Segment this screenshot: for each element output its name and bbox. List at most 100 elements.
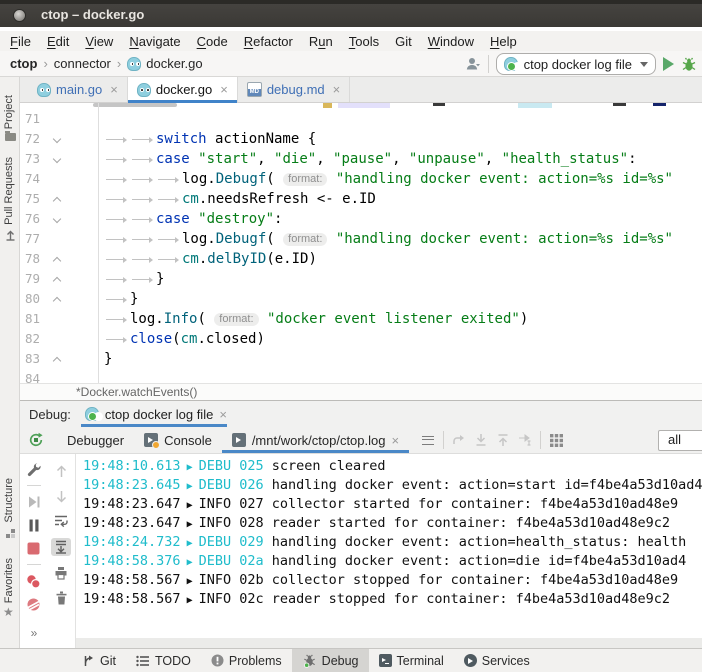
user-profile-icon[interactable] bbox=[465, 56, 481, 72]
editor-horizontal-scrollbar[interactable] bbox=[93, 103, 177, 107]
more-actions-icon[interactable]: » bbox=[31, 626, 37, 640]
fold-marker-icon[interactable] bbox=[53, 197, 61, 205]
menu-refactor[interactable]: Refactor bbox=[236, 34, 301, 49]
menu-git[interactable]: Git bbox=[387, 34, 420, 49]
tab-whitespace-icon bbox=[156, 249, 182, 269]
layout-grid-icon[interactable] bbox=[545, 429, 567, 451]
tab-whitespace-icon bbox=[156, 229, 182, 249]
up-arrow-icon[interactable] bbox=[53, 463, 69, 479]
settings-wrench-icon[interactable] bbox=[26, 461, 42, 477]
tab-whitespace-icon bbox=[104, 209, 130, 229]
statusbar-item-todo[interactable]: TODO bbox=[126, 649, 201, 672]
menu-window[interactable]: Window bbox=[420, 34, 482, 49]
menu-view[interactable]: View bbox=[77, 34, 121, 49]
statusbar-item-debug[interactable]: Debug bbox=[292, 649, 369, 672]
view-breakpoints-icon[interactable] bbox=[26, 573, 42, 589]
scroll-to-end-icon[interactable] bbox=[51, 538, 71, 556]
pause-button[interactable] bbox=[26, 517, 42, 533]
fold-marker-icon[interactable] bbox=[53, 155, 61, 163]
close-icon[interactable]: × bbox=[219, 407, 227, 422]
mute-breakpoints-icon[interactable] bbox=[26, 596, 42, 612]
breadcrumb-package[interactable]: connector bbox=[54, 56, 111, 71]
console-icon bbox=[232, 433, 246, 447]
log-row: 19:48:23.647 ▶ INFO 027 collector starte… bbox=[83, 495, 702, 514]
print-icon[interactable] bbox=[53, 565, 69, 581]
code-line-79: 79} bbox=[20, 269, 702, 289]
statusbar-item-services[interactable]: Services bbox=[454, 649, 540, 672]
code-segment: "pause" bbox=[333, 151, 392, 167]
close-icon[interactable]: × bbox=[333, 82, 341, 97]
editor-tab-debug-md[interactable]: debug.md× bbox=[238, 77, 350, 102]
tab-whitespace-icon bbox=[104, 129, 130, 149]
window-button-icon[interactable] bbox=[13, 9, 26, 22]
fold-marker-icon[interactable] bbox=[53, 215, 61, 223]
close-icon[interactable]: × bbox=[110, 82, 118, 97]
menu-navigate[interactable]: Navigate bbox=[121, 34, 188, 49]
clear-trash-icon[interactable] bbox=[53, 590, 69, 606]
log-horizontal-scrollbar[interactable] bbox=[76, 638, 702, 648]
log-row: 19:48:23.647 ▶ INFO 028 reader started f… bbox=[83, 514, 702, 533]
code-segment: "docker event listener exited" bbox=[267, 311, 520, 327]
log-arrow-icon: ▶ bbox=[181, 538, 199, 549]
log-output[interactable]: 19:48:10.613 ▶ DEBU 025 screen cleared19… bbox=[76, 454, 702, 648]
menu-run[interactable]: Run bbox=[301, 34, 341, 49]
run-button[interactable] bbox=[663, 57, 674, 71]
code-segment: "handling docker event: action=%s id=%s" bbox=[336, 171, 673, 187]
debug-tab-console[interactable]: Console bbox=[134, 427, 222, 453]
run-to-cursor-icon[interactable] bbox=[514, 429, 536, 451]
tool-window-button-project[interactable]: Project bbox=[3, 95, 15, 129]
close-icon[interactable]: × bbox=[391, 433, 399, 448]
debug-button[interactable] bbox=[681, 56, 697, 72]
context-method[interactable]: *Docker.watchEvents() bbox=[76, 385, 197, 399]
bug-icon bbox=[302, 653, 317, 668]
fold-marker-icon[interactable] bbox=[53, 297, 61, 305]
tab-whitespace-icon bbox=[130, 229, 156, 249]
move-up-icon[interactable] bbox=[492, 429, 514, 451]
menu-edit[interactable]: Edit bbox=[39, 34, 77, 49]
fold-marker-icon[interactable] bbox=[53, 135, 61, 143]
structure-icon bbox=[6, 534, 10, 538]
tool-window-button-pull-requests[interactable]: Pull Requests bbox=[3, 157, 15, 225]
down-arrow-icon[interactable] bbox=[53, 488, 69, 504]
log-filter-select[interactable]: all bbox=[658, 430, 702, 451]
debug-session-tab[interactable]: ctop docker log file × bbox=[81, 401, 237, 427]
code-text: log.Debugf( format: "handling docker eve… bbox=[104, 229, 673, 249]
code-text: close(cm.closed) bbox=[104, 329, 265, 349]
code-segment: : bbox=[274, 211, 282, 227]
editor-tab-docker-go[interactable]: docker.go× bbox=[128, 77, 238, 102]
statusbar-item-terminal[interactable]: Terminal bbox=[369, 649, 454, 672]
prev-occurrence-icon[interactable] bbox=[448, 429, 470, 451]
options-menu-icon[interactable] bbox=[417, 429, 439, 451]
debug-tab-debugger[interactable]: Debugger bbox=[57, 427, 134, 453]
tool-window-button-structure[interactable]: Structure bbox=[3, 478, 15, 523]
move-down-icon[interactable] bbox=[470, 429, 492, 451]
fold-marker-icon[interactable] bbox=[53, 357, 61, 365]
breadcrumb-project[interactable]: ctop bbox=[10, 56, 37, 71]
code-editor[interactable]: 7172switch actionName {73case "start", "… bbox=[20, 103, 702, 383]
editor-tab-main-go[interactable]: main.go× bbox=[28, 77, 128, 102]
code-segment: "destroy" bbox=[198, 211, 274, 227]
soft-wrap-icon[interactable] bbox=[53, 513, 69, 529]
fold-gutter bbox=[40, 109, 68, 129]
fold-marker-icon[interactable] bbox=[53, 257, 61, 265]
parameter-hint: format: bbox=[283, 173, 327, 186]
statusbar-item-problems[interactable]: Problems bbox=[201, 649, 292, 672]
stop-button[interactable] bbox=[26, 540, 42, 556]
code-segment: , bbox=[392, 151, 409, 167]
context-breadcrumb-bar: *Docker.watchEvents() bbox=[20, 383, 702, 400]
resume-button[interactable] bbox=[26, 494, 42, 510]
menu-file[interactable]: File bbox=[2, 34, 39, 49]
run-configuration-select[interactable]: ctop docker log file bbox=[496, 53, 656, 75]
rerun-button[interactable] bbox=[25, 429, 47, 451]
close-icon[interactable]: × bbox=[220, 82, 228, 97]
code-segment: delByID bbox=[207, 251, 266, 267]
menu-help[interactable]: Help bbox=[482, 34, 525, 49]
statusbar-item-git[interactable]: Git bbox=[72, 649, 126, 672]
tool-window-button-favorites[interactable]: Favorites bbox=[3, 558, 15, 603]
breadcrumb-file[interactable]: docker.go bbox=[146, 56, 202, 71]
code-line-74: 74log.Debugf( format: "handling docker e… bbox=[20, 169, 702, 189]
menu-code[interactable]: Code bbox=[189, 34, 236, 49]
menu-tools[interactable]: Tools bbox=[341, 34, 387, 49]
fold-marker-icon[interactable] bbox=[53, 277, 61, 285]
debug-tab-mnt-work-ctop-ctop-log[interactable]: /mnt/work/ctop/ctop.log× bbox=[222, 427, 409, 453]
